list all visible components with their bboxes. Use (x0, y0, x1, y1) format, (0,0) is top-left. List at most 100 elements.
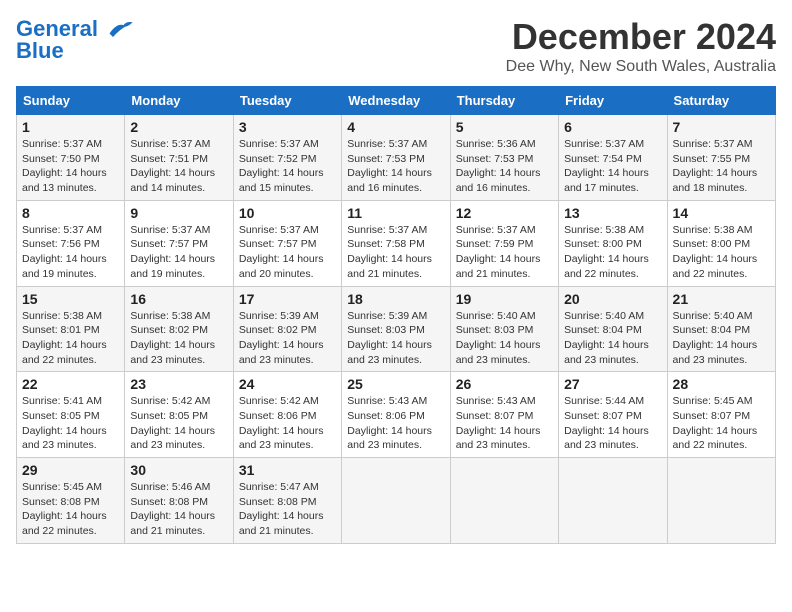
day-info: Sunrise: 5:40 AM Sunset: 8:03 PM Dayligh… (456, 309, 553, 368)
day-info: Sunrise: 5:38 AM Sunset: 8:00 PM Dayligh… (564, 223, 661, 282)
day-info: Sunrise: 5:37 AM Sunset: 7:54 PM Dayligh… (564, 137, 661, 196)
daylight-label: Daylight: 14 hours (347, 167, 432, 179)
calendar-day-header: Saturday (667, 87, 775, 115)
day-info: Sunrise: 5:38 AM Sunset: 8:00 PM Dayligh… (673, 223, 770, 282)
day-info: Sunrise: 5:44 AM Sunset: 8:07 PM Dayligh… (564, 394, 661, 453)
daylight-label: Daylight: 14 hours (673, 167, 758, 179)
sunrise-label: Sunrise: 5:40 AM (564, 310, 644, 322)
logo: General Blue (16, 16, 134, 64)
sunset-label: Sunset: 8:05 PM (22, 410, 100, 422)
sunset-label: Sunset: 7:54 PM (564, 153, 642, 165)
sunrise-label: Sunrise: 5:37 AM (347, 224, 427, 236)
sunset-label: Sunset: 7:53 PM (347, 153, 425, 165)
sunrise-label: Sunrise: 5:47 AM (239, 481, 319, 493)
daylight-minutes: and 22 minutes. (22, 525, 97, 537)
calendar-day-cell: 15 Sunrise: 5:38 AM Sunset: 8:01 PM Dayl… (17, 286, 125, 372)
sunrise-label: Sunrise: 5:46 AM (130, 481, 210, 493)
daylight-minutes: and 22 minutes. (673, 268, 748, 280)
day-info: Sunrise: 5:46 AM Sunset: 8:08 PM Dayligh… (130, 480, 227, 539)
sunrise-label: Sunrise: 5:42 AM (239, 395, 319, 407)
calendar-day-cell: 6 Sunrise: 5:37 AM Sunset: 7:54 PM Dayli… (559, 115, 667, 201)
sunset-label: Sunset: 8:00 PM (564, 238, 642, 250)
sunrise-label: Sunrise: 5:37 AM (130, 224, 210, 236)
daylight-minutes: and 23 minutes. (130, 354, 205, 366)
sunrise-label: Sunrise: 5:37 AM (239, 138, 319, 150)
calendar-day-cell: 2 Sunrise: 5:37 AM Sunset: 7:51 PM Dayli… (125, 115, 233, 201)
sunset-label: Sunset: 7:58 PM (347, 238, 425, 250)
daylight-minutes: and 19 minutes. (130, 268, 205, 280)
calendar-day-cell: 14 Sunrise: 5:38 AM Sunset: 8:00 PM Dayl… (667, 200, 775, 286)
sunrise-label: Sunrise: 5:38 AM (564, 224, 644, 236)
daylight-minutes: and 21 minutes. (347, 268, 422, 280)
calendar-day-cell: 9 Sunrise: 5:37 AM Sunset: 7:57 PM Dayli… (125, 200, 233, 286)
day-number: 31 (239, 462, 336, 478)
day-info: Sunrise: 5:38 AM Sunset: 8:02 PM Dayligh… (130, 309, 227, 368)
sunset-label: Sunset: 8:08 PM (239, 496, 317, 508)
sunrise-label: Sunrise: 5:39 AM (239, 310, 319, 322)
calendar-day-cell: 20 Sunrise: 5:40 AM Sunset: 8:04 PM Dayl… (559, 286, 667, 372)
daylight-minutes: and 16 minutes. (456, 182, 531, 194)
day-number: 18 (347, 291, 444, 307)
sunset-label: Sunset: 7:53 PM (456, 153, 534, 165)
sunset-label: Sunset: 8:06 PM (347, 410, 425, 422)
daylight-label: Daylight: 14 hours (239, 425, 324, 437)
sunset-label: Sunset: 8:08 PM (130, 496, 208, 508)
daylight-label: Daylight: 14 hours (673, 253, 758, 265)
calendar-day-cell: 18 Sunrise: 5:39 AM Sunset: 8:03 PM Dayl… (342, 286, 450, 372)
day-number: 19 (456, 291, 553, 307)
daylight-label: Daylight: 14 hours (456, 339, 541, 351)
calendar-day-cell: 27 Sunrise: 5:44 AM Sunset: 8:07 PM Dayl… (559, 372, 667, 458)
daylight-label: Daylight: 14 hours (130, 167, 215, 179)
day-number: 13 (564, 205, 661, 221)
daylight-minutes: and 19 minutes. (22, 268, 97, 280)
calendar-day-cell: 22 Sunrise: 5:41 AM Sunset: 8:05 PM Dayl… (17, 372, 125, 458)
day-number: 22 (22, 376, 119, 392)
daylight-minutes: and 23 minutes. (456, 439, 531, 451)
sunrise-label: Sunrise: 5:42 AM (130, 395, 210, 407)
calendar-week-row: 1 Sunrise: 5:37 AM Sunset: 7:50 PM Dayli… (17, 115, 776, 201)
calendar-day-cell: 23 Sunrise: 5:42 AM Sunset: 8:05 PM Dayl… (125, 372, 233, 458)
daylight-minutes: and 21 minutes. (456, 268, 531, 280)
calendar-day-header: Wednesday (342, 87, 450, 115)
sunset-label: Sunset: 8:07 PM (564, 410, 642, 422)
sunrise-label: Sunrise: 5:37 AM (130, 138, 210, 150)
daylight-label: Daylight: 14 hours (130, 425, 215, 437)
calendar-day-cell: 17 Sunrise: 5:39 AM Sunset: 8:02 PM Dayl… (233, 286, 341, 372)
calendar-week-row: 8 Sunrise: 5:37 AM Sunset: 7:56 PM Dayli… (17, 200, 776, 286)
daylight-label: Daylight: 14 hours (239, 510, 324, 522)
calendar-day-cell: 1 Sunrise: 5:37 AM Sunset: 7:50 PM Dayli… (17, 115, 125, 201)
day-number: 17 (239, 291, 336, 307)
sunset-label: Sunset: 7:57 PM (239, 238, 317, 250)
sunrise-label: Sunrise: 5:40 AM (456, 310, 536, 322)
calendar-day-cell (342, 458, 450, 544)
sunset-label: Sunset: 7:56 PM (22, 238, 100, 250)
location-subtitle: Dee Why, New South Wales, Australia (506, 58, 776, 76)
sunset-label: Sunset: 7:51 PM (130, 153, 208, 165)
daylight-label: Daylight: 14 hours (239, 339, 324, 351)
day-number: 24 (239, 376, 336, 392)
sunset-label: Sunset: 8:01 PM (22, 324, 100, 336)
calendar-day-cell (450, 458, 558, 544)
daylight-minutes: and 23 minutes. (347, 354, 422, 366)
sunrise-label: Sunrise: 5:38 AM (673, 224, 753, 236)
day-info: Sunrise: 5:36 AM Sunset: 7:53 PM Dayligh… (456, 137, 553, 196)
calendar-day-header: Monday (125, 87, 233, 115)
day-number: 30 (130, 462, 227, 478)
daylight-minutes: and 23 minutes. (130, 439, 205, 451)
daylight-label: Daylight: 14 hours (456, 167, 541, 179)
daylight-label: Daylight: 14 hours (456, 425, 541, 437)
daylight-label: Daylight: 14 hours (673, 339, 758, 351)
page-header: General Blue December 2024 Dee Why, New … (16, 16, 776, 76)
daylight-minutes: and 15 minutes. (239, 182, 314, 194)
daylight-minutes: and 17 minutes. (564, 182, 639, 194)
sunset-label: Sunset: 8:02 PM (239, 324, 317, 336)
daylight-minutes: and 16 minutes. (347, 182, 422, 194)
daylight-label: Daylight: 14 hours (22, 167, 107, 179)
day-number: 12 (456, 205, 553, 221)
sunrise-label: Sunrise: 5:37 AM (22, 224, 102, 236)
day-number: 11 (347, 205, 444, 221)
day-number: 15 (22, 291, 119, 307)
daylight-label: Daylight: 14 hours (347, 339, 432, 351)
calendar-day-cell: 8 Sunrise: 5:37 AM Sunset: 7:56 PM Dayli… (17, 200, 125, 286)
sunrise-label: Sunrise: 5:45 AM (22, 481, 102, 493)
